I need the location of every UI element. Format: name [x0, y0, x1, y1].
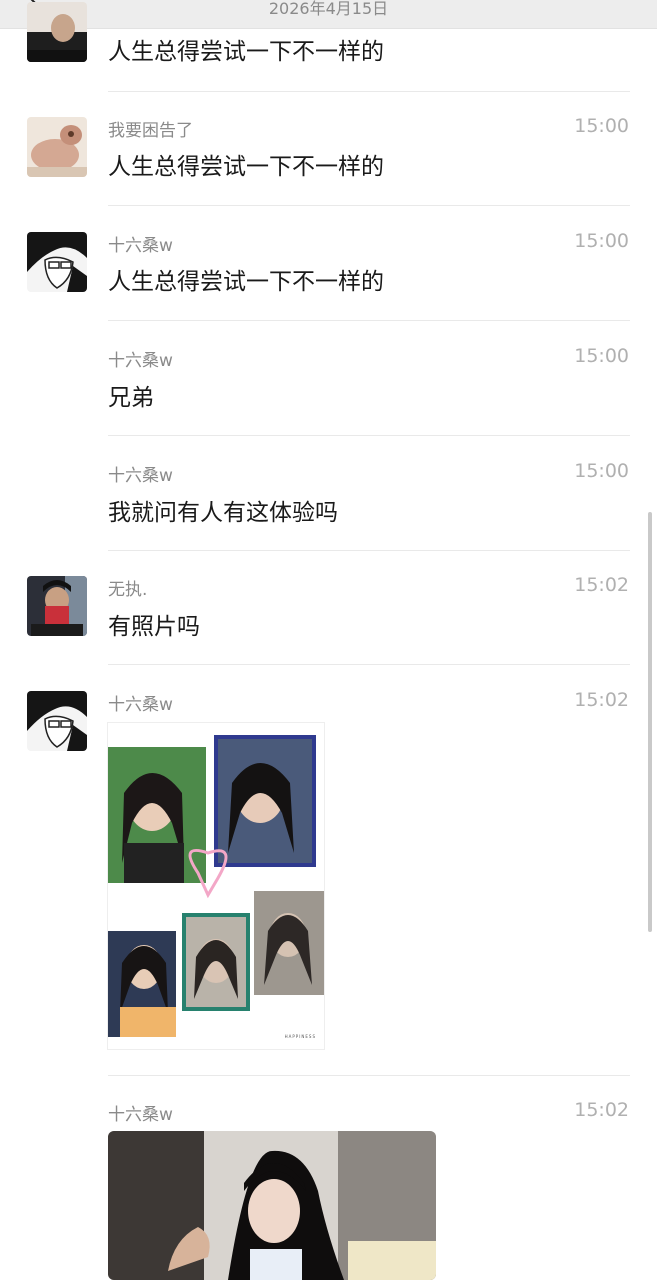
sender-name: 十六桑w — [108, 351, 173, 371]
message-divider — [108, 550, 630, 551]
avatar-image — [27, 117, 87, 177]
message-divider — [108, 320, 630, 321]
sender-name: 我要困告了 — [108, 121, 193, 141]
avatar[interactable] — [27, 576, 87, 636]
message-divider — [108, 205, 630, 206]
date-header: 2026年4月15日 — [0, 0, 657, 29]
collage-caption: HAPPINESS — [284, 1034, 316, 1039]
image-message-collage[interactable]: HAPPINESS — [107, 722, 325, 1050]
message-time: 15:00 — [574, 230, 629, 252]
message-divider — [108, 91, 630, 92]
message-time: 15:02 — [574, 689, 629, 711]
avatar-image — [27, 576, 87, 636]
avatar-image — [27, 232, 87, 292]
avatar[interactable] — [27, 232, 87, 292]
message-text: 有照片吗 — [108, 614, 200, 640]
message-time: 15:00 — [574, 345, 629, 367]
message-time: 15:00 — [574, 115, 629, 137]
avatar[interactable] — [27, 691, 87, 751]
scrollbar[interactable] — [648, 512, 652, 932]
sender-name: 十六桑w — [108, 695, 173, 715]
avatar-image — [27, 2, 87, 62]
message-text: 人生总得尝试一下不一样的 — [108, 39, 384, 65]
sender-name: 十六桑w — [108, 1105, 173, 1125]
collage-image — [108, 723, 324, 1049]
message-text: 我就问有人有这体验吗 — [108, 500, 338, 526]
avatar[interactable] — [27, 2, 87, 62]
message-time: 15:02 — [574, 574, 629, 596]
message-text: 兄弟 — [108, 385, 154, 411]
sender-name: 十六桑w — [108, 236, 173, 256]
avatar-image — [27, 691, 87, 751]
message-text: 人生总得尝试一下不一样的 — [108, 154, 384, 180]
date-label: 2026年4月15日 — [268, 0, 389, 18]
message-divider — [108, 435, 630, 436]
avatar[interactable] — [27, 117, 87, 177]
message-time: 15:00 — [574, 460, 629, 482]
image-message-photo[interactable] — [108, 1131, 436, 1280]
sender-name: 无执. — [108, 580, 148, 600]
message-time: 15:02 — [574, 1099, 629, 1121]
message-text: 人生总得尝试一下不一样的 — [108, 269, 384, 295]
sender-name: 十六桑w — [108, 466, 173, 486]
photo-image — [108, 1131, 436, 1280]
message-divider — [108, 664, 630, 665]
message-divider — [108, 1075, 630, 1076]
